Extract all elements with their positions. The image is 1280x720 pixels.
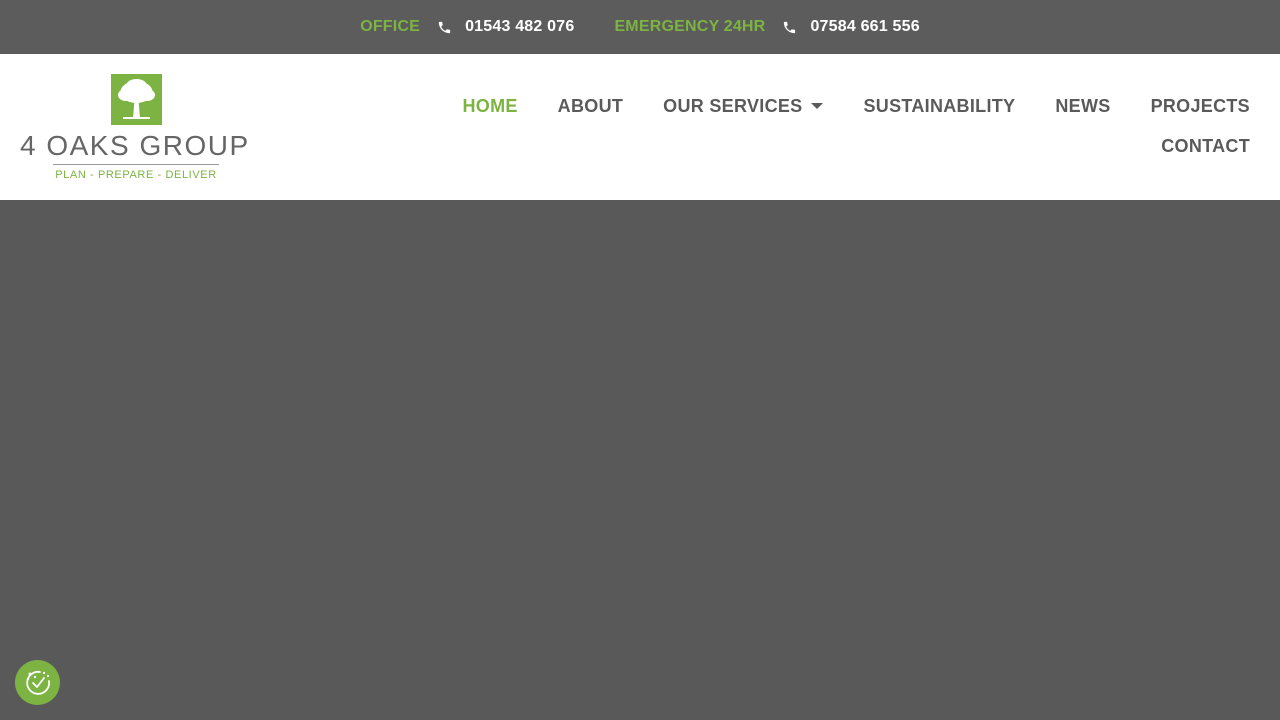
nav-item-our-services[interactable]: OUR SERVICES bbox=[663, 95, 824, 117]
nav-item-label: HOME bbox=[462, 95, 518, 116]
hero-section bbox=[0, 200, 1280, 720]
nav-item-sustainability[interactable]: SUSTAINABILITY bbox=[863, 96, 1015, 117]
nav-item-home[interactable]: HOME bbox=[462, 96, 517, 117]
office-label: OFFICE bbox=[360, 18, 421, 35]
nav-item-contact[interactable]: CONTACT bbox=[1161, 136, 1250, 157]
emergency-contact: EMERGENCY 24HR 07584 661 556 bbox=[614, 18, 919, 36]
nav-item-label: SUSTAINABILITY bbox=[863, 95, 1016, 116]
main-navigation: HOME ABOUT OUR SERVICES SUSTAINABILITY N… bbox=[450, 94, 1250, 158]
logo-title: 4 OAKS GROUP bbox=[20, 130, 250, 161]
nav-item-label: ABOUT bbox=[557, 95, 624, 116]
cookie-consent-icon bbox=[25, 670, 50, 695]
nav-item-projects[interactable]: PROJECTS bbox=[1151, 96, 1250, 117]
nav-item-label: CONTACT bbox=[1161, 135, 1250, 156]
nav-item-about[interactable]: ABOUT bbox=[558, 96, 624, 117]
logo-tagline: PLAN - PREPARE - DELIVER bbox=[55, 169, 217, 181]
nav-item-news[interactable]: NEWS bbox=[1055, 96, 1110, 117]
top-contact-bar: OFFICE 01543 482 076 EMERGENCY 24HR 0758… bbox=[0, 0, 1280, 54]
site-header: 4 OAKS GROUP PLAN - PREPARE - DELIVER HO… bbox=[0, 54, 1280, 200]
nav-item-label: PROJECTS bbox=[1150, 95, 1250, 116]
cookie-consent-button[interactable] bbox=[15, 660, 60, 705]
office-contact: OFFICE 01543 482 076 bbox=[360, 18, 574, 36]
office-phone-link[interactable]: 01543 482 076 bbox=[465, 18, 574, 36]
site-logo[interactable]: 4 OAKS GROUP PLAN - PREPARE - DELIVER bbox=[20, 74, 254, 184]
nav-row-primary: HOME ABOUT OUR SERVICES SUSTAINABILITY N… bbox=[450, 94, 1250, 118]
logo-divider bbox=[53, 164, 219, 165]
nav-item-label: OUR SERVICES bbox=[663, 95, 803, 116]
chevron-down-icon[interactable] bbox=[811, 102, 824, 110]
oak-tree-icon bbox=[111, 74, 162, 125]
nav-row-secondary: CONTACT bbox=[450, 134, 1250, 158]
emergency-label: EMERGENCY 24HR bbox=[614, 18, 766, 35]
nav-item-label: NEWS bbox=[1055, 95, 1111, 116]
emergency-phone-link[interactable]: 07584 661 556 bbox=[810, 18, 919, 36]
phone-icon bbox=[437, 19, 453, 35]
phone-icon bbox=[782, 19, 798, 35]
